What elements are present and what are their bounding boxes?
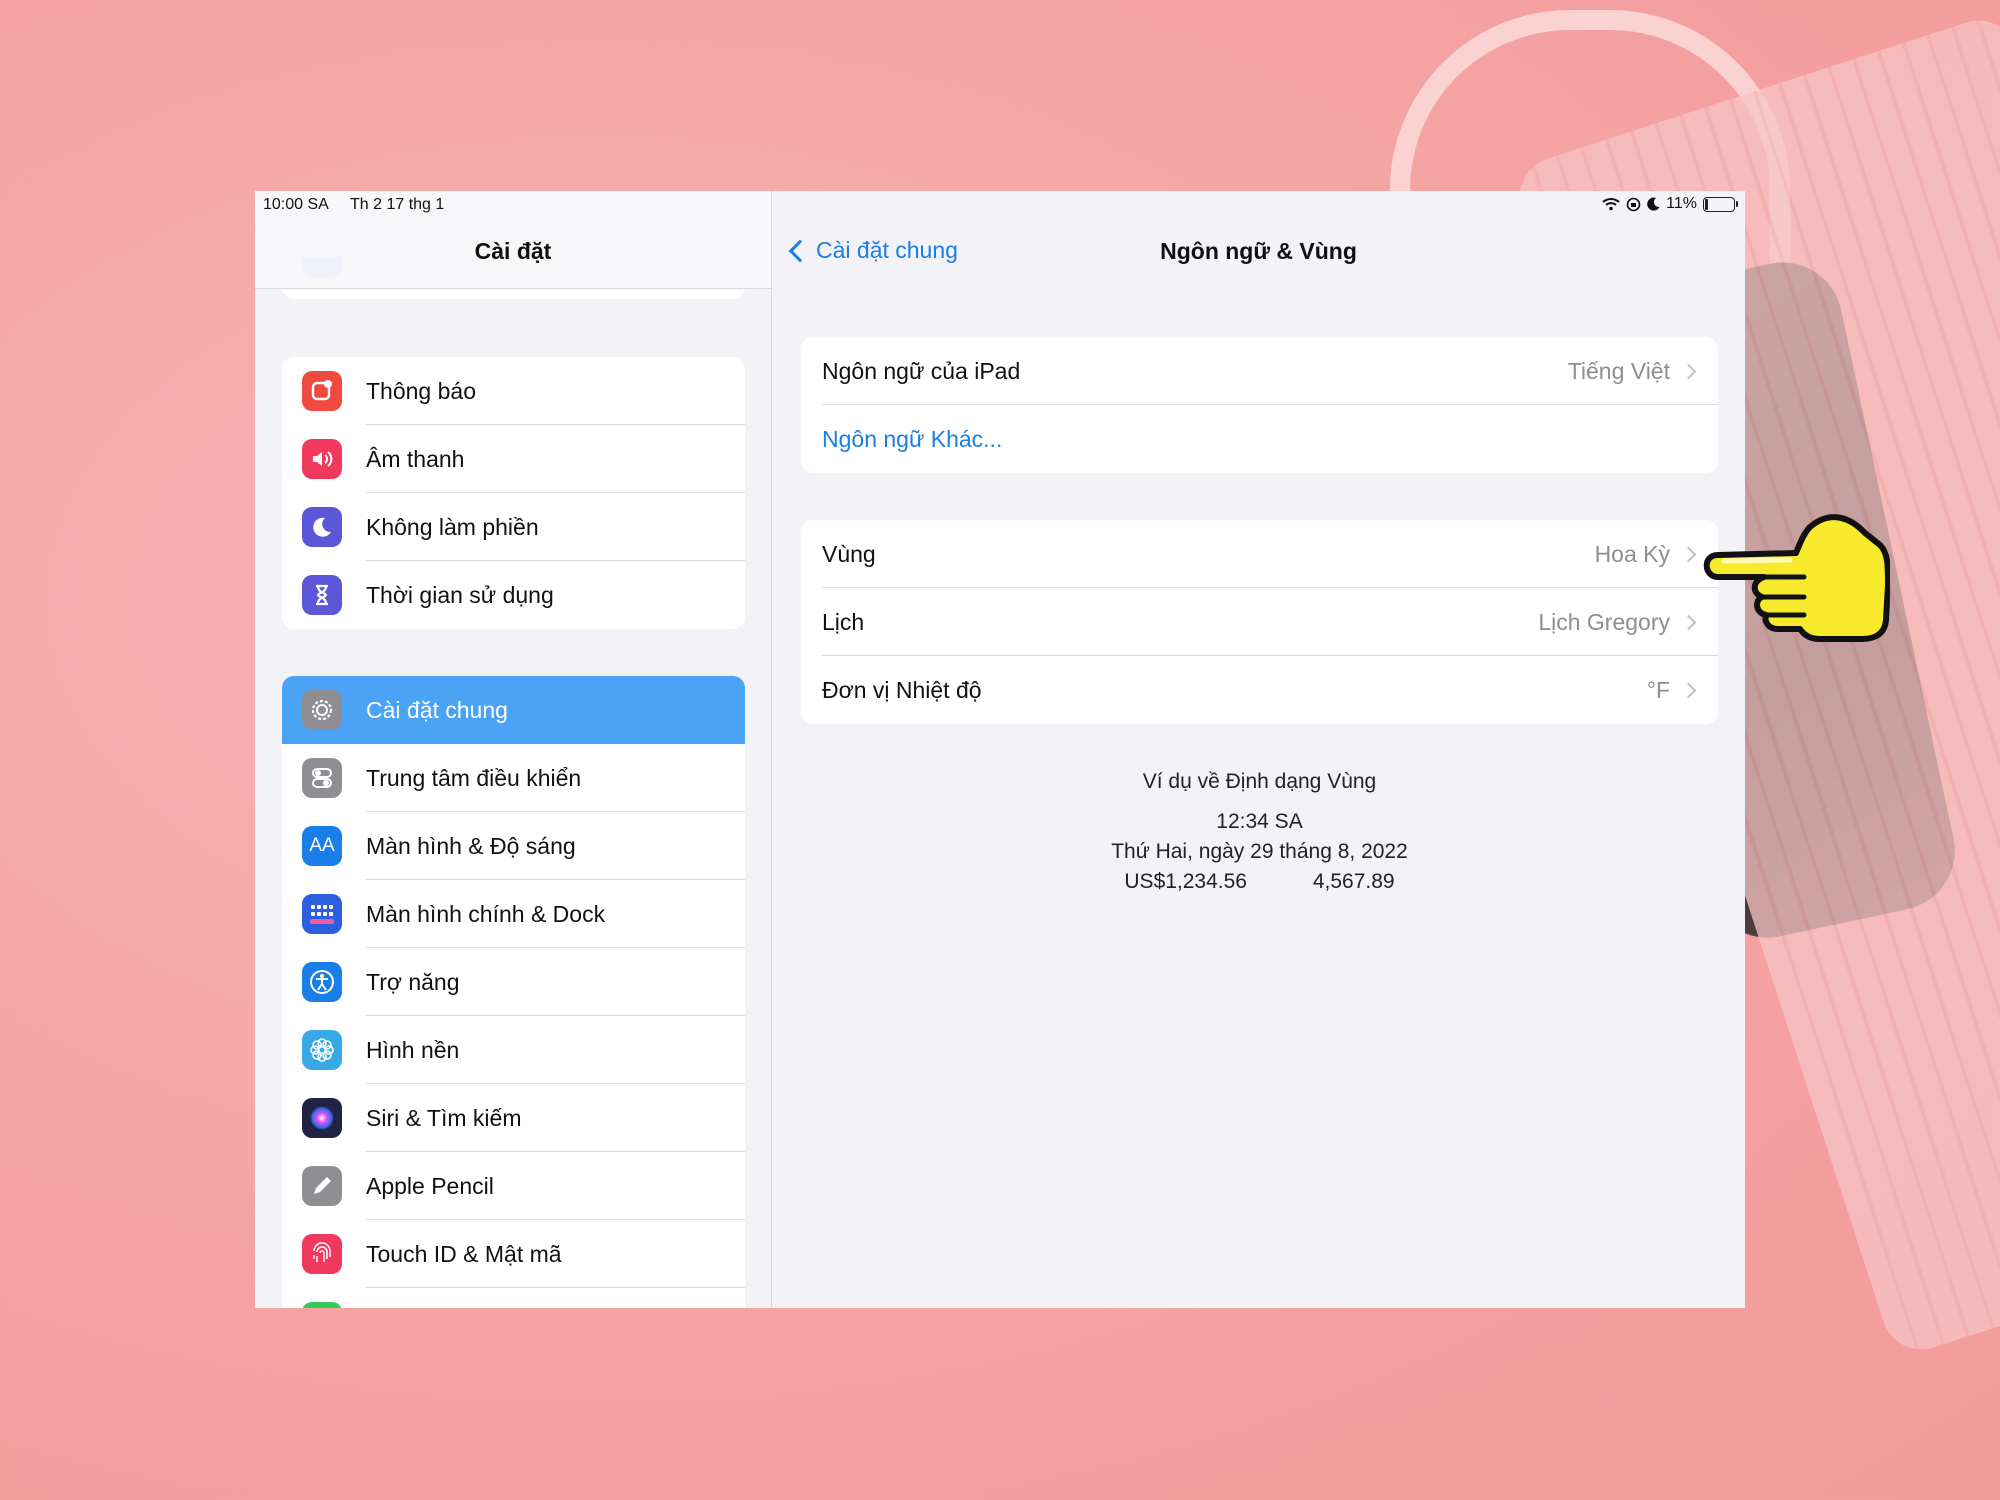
- text-size-icon: AA: [302, 826, 342, 866]
- settings-sidebar: Cài đặt Thông báo Âm thanh Không làm phi…: [255, 191, 772, 1308]
- sidebar-item-label: Hình nền: [366, 1036, 460, 1063]
- region-format-example: Ví dụ về Định dạng Vùng 12:34 SA Thứ Hai…: [801, 770, 1718, 894]
- page-title: Ngôn ngữ & Vùng: [1160, 238, 1357, 264]
- sidebar-item-sound[interactable]: Âm thanh: [282, 425, 745, 493]
- ipad-language-row[interactable]: Ngôn ngữ của iPad Tiếng Việt: [801, 337, 1718, 405]
- ipad-screen: 10:00 SA Th 2 17 thg 1 11% Cài đặt Thông…: [255, 191, 1745, 1308]
- sidebar-group-notifications: Thông báo Âm thanh Không làm phiền Thời …: [282, 357, 745, 629]
- language-group: Ngôn ngữ của iPad Tiếng Việt Ngôn ngữ Kh…: [801, 337, 1718, 473]
- sidebar-item-touch-id-passcode[interactable]: Touch ID & Mật mã: [282, 1220, 745, 1288]
- temperature-unit-label: Đơn vị Nhiệt độ: [822, 676, 982, 703]
- sidebar-item-label: Trung tâm điều khiển: [366, 764, 582, 791]
- example-numbers: US$1,234.56 4,567.89: [801, 870, 1718, 894]
- sound-icon: [302, 439, 342, 479]
- temperature-unit-value: °F: [1646, 676, 1670, 703]
- status-date: Th 2 17 thg 1: [350, 196, 445, 213]
- example-time: 12:34 SA: [1216, 810, 1303, 833]
- status-right: 11%: [1602, 195, 1738, 213]
- flower-icon: [302, 1030, 342, 1070]
- accessibility-icon: [302, 962, 342, 1002]
- sidebar-item-notifications[interactable]: Thông báo: [282, 357, 745, 425]
- moon-icon: [302, 507, 342, 547]
- sidebar-item-label: Thông báo: [366, 377, 476, 404]
- status-time: 10:00 SA: [263, 196, 329, 213]
- language-region-pane: Cài đặt chung Ngôn ngữ & Vùng Ngôn ngữ c…: [772, 191, 1745, 1308]
- fingerprint-icon: [302, 1234, 342, 1274]
- sidebar-item-label: Cài đặt chung: [366, 696, 508, 723]
- sidebar-item-label: Thời gian sử dụng: [366, 581, 554, 608]
- sidebar-group-general: Cài đặt chung Trung tâm điều khiển AA Mà…: [282, 676, 745, 1308]
- calendar-label: Lịch: [822, 608, 865, 635]
- example-currency: US$1,234.56: [1124, 870, 1247, 893]
- sidebar-item-general[interactable]: Cài đặt chung: [282, 676, 745, 744]
- orientation-lock-icon: [1626, 197, 1641, 211]
- battery-settings-icon: [302, 1302, 342, 1308]
- chevron-right-icon: [1680, 614, 1697, 630]
- other-languages-link[interactable]: Ngôn ngữ Khác...: [822, 426, 1002, 453]
- sidebar-item-label: Touch ID & Mật mã: [366, 1240, 562, 1267]
- ipad-language-label: Ngôn ngữ của iPad: [822, 357, 1021, 384]
- sidebar-item-wallpaper[interactable]: Hình nền: [282, 1016, 745, 1084]
- region-row[interactable]: Vùng Hoa Kỳ: [801, 520, 1718, 588]
- sidebar-item-siri-search[interactable]: Siri & Tìm kiếm: [282, 1084, 745, 1152]
- sidebar-item-label: Trợ năng: [366, 968, 460, 995]
- hourglass-icon: [302, 575, 342, 615]
- ipad-language-value: Tiếng Việt: [1567, 357, 1670, 384]
- siri-icon: [302, 1098, 342, 1138]
- toggles-icon: [302, 758, 342, 798]
- sidebar-item-label: Siri & Tìm kiếm: [366, 1104, 522, 1131]
- sidebar-item-accessibility[interactable]: Trợ năng: [282, 948, 745, 1016]
- calendar-value: Lịch Gregory: [1538, 608, 1670, 635]
- sidebar-item-home-screen-dock[interactable]: Màn hình chính & Dock: [282, 880, 745, 948]
- gear-icon: [302, 690, 342, 730]
- sidebar-item-apple-pencil[interactable]: Apple Pencil: [282, 1152, 745, 1220]
- chevron-right-icon: [1680, 363, 1697, 379]
- sidebar-item-do-not-disturb[interactable]: Không làm phiền: [282, 493, 745, 561]
- example-date: Thứ Hai, ngày 29 tháng 8, 2022: [1111, 840, 1408, 863]
- chevron-right-icon: [1680, 546, 1697, 562]
- sidebar-item-label: Màn hình chính & Dock: [366, 900, 606, 927]
- example-heading: Ví dụ về Định dạng Vùng: [1142, 770, 1377, 793]
- temperature-unit-row[interactable]: Đơn vị Nhiệt độ °F: [801, 656, 1718, 724]
- pointing-hand-icon: [1703, 514, 1890, 642]
- sidebar-item-display-brightness[interactable]: AA Màn hình & Độ sáng: [282, 812, 745, 880]
- example-number: 4,567.89: [1312, 870, 1395, 893]
- sidebar-item-label: Âm thanh: [366, 445, 465, 472]
- region-value: Hoa Kỳ: [1594, 540, 1670, 567]
- calendar-row[interactable]: Lịch Lịch Gregory: [801, 588, 1718, 656]
- sidebar-item-label: Màn hình & Độ sáng: [366, 832, 576, 859]
- sidebar-item-control-center[interactable]: Trung tâm điều khiển: [282, 744, 745, 812]
- region-label: Vùng: [822, 540, 876, 567]
- grid-icon: [302, 894, 342, 934]
- status-bar: 10:00 SA Th 2 17 thg 1 11%: [255, 191, 1745, 219]
- notifications-icon: [302, 371, 342, 411]
- battery-percent: 11%: [1666, 195, 1697, 212]
- other-languages-row[interactable]: Ngôn ngữ Khác...: [801, 405, 1718, 473]
- sidebar-item-label: Apple Pencil: [366, 1172, 494, 1199]
- sidebar-title: Cài đặt: [474, 238, 552, 264]
- pencil-icon: [302, 1166, 342, 1206]
- sidebar-item-screen-time[interactable]: Thời gian sử dụng: [282, 561, 745, 629]
- chevron-right-icon: [1680, 682, 1697, 698]
- wifi-icon: [1602, 198, 1620, 211]
- battery-icon: [1703, 196, 1738, 212]
- region-group: Vùng Hoa Kỳ Lịch Lịch Gregory Đơn vị Nhi…: [801, 520, 1718, 724]
- sidebar-item-label: Không làm phiền: [366, 513, 539, 540]
- sidebar-item-next[interactable]: [282, 1288, 745, 1308]
- moon-status-icon: [1647, 197, 1660, 211]
